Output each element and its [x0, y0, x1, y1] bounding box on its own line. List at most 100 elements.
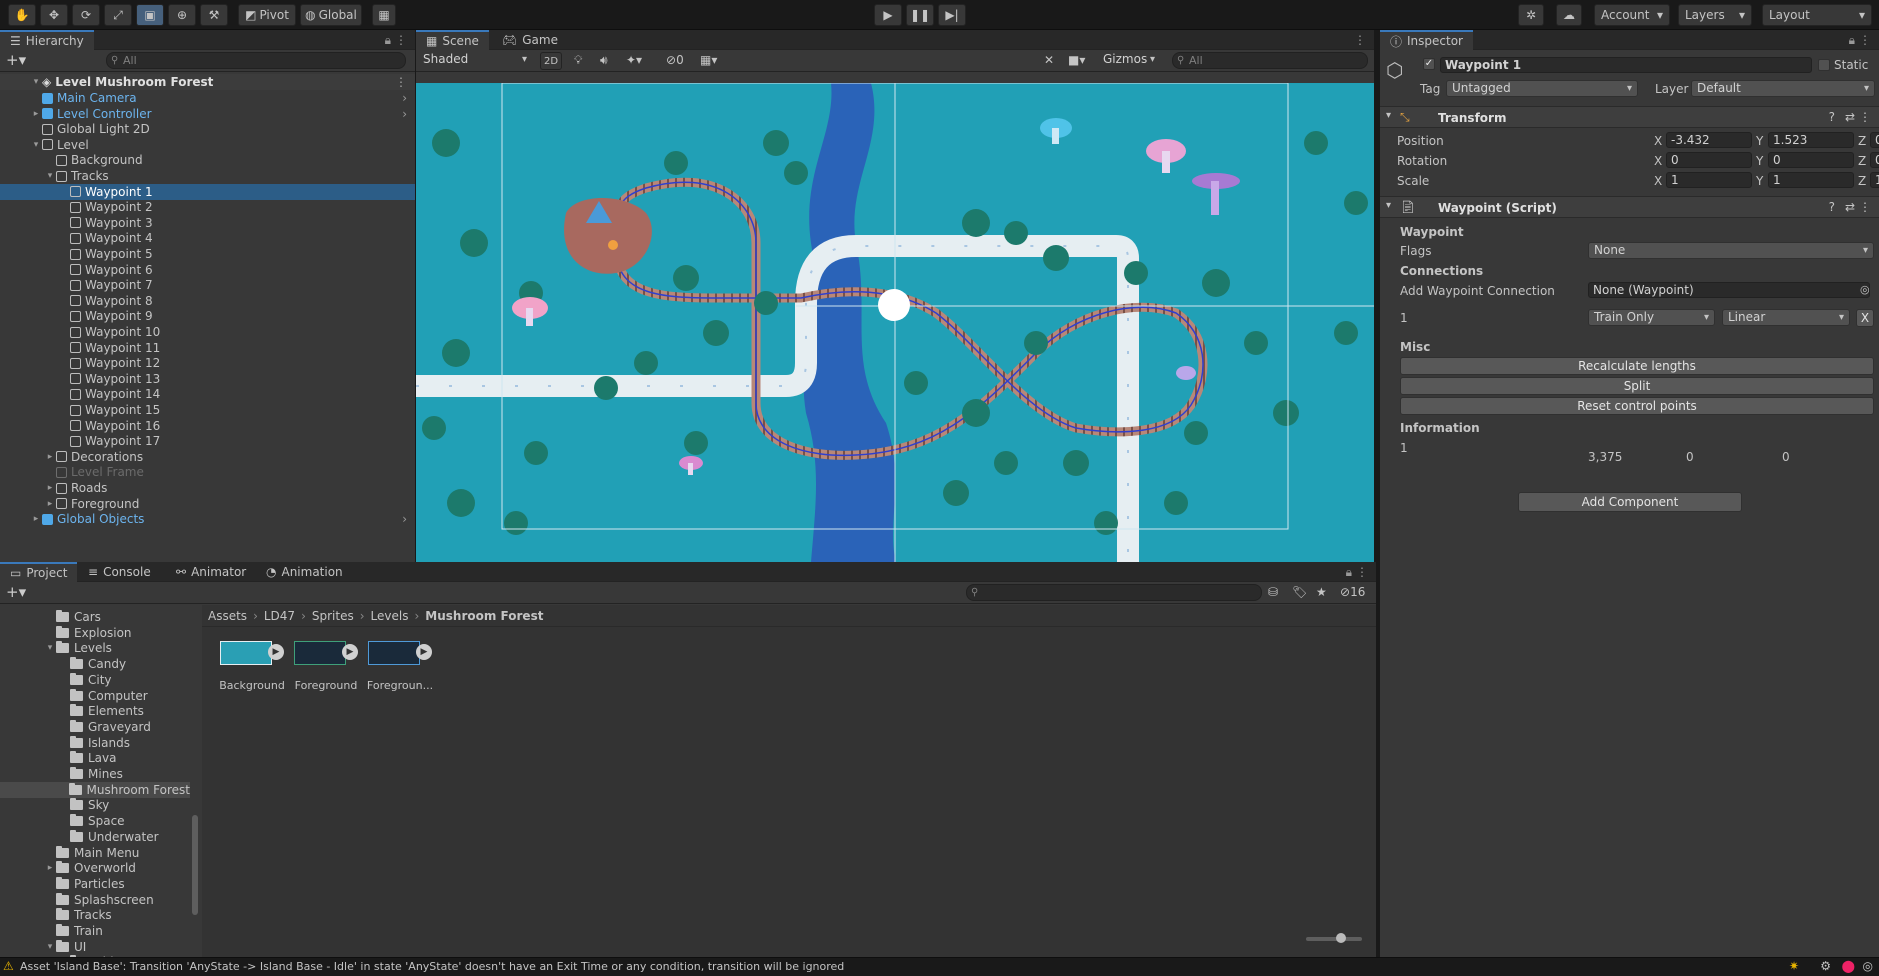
hierarchy-item[interactable]: Waypoint 13 [0, 371, 415, 387]
lock-icon[interactable]: 🔒︎ [1346, 565, 1352, 580]
position-z-field[interactable]: 0 [1870, 132, 1879, 148]
debug-icon[interactable]: ⚙ [1820, 959, 1831, 973]
scene-viewport[interactable] [416, 83, 1374, 562]
chevron-right-icon[interactable]: › [402, 512, 407, 526]
hand-tool-icon[interactable]: ✋ [8, 4, 36, 26]
folder-item[interactable]: Splashscreen [0, 892, 190, 908]
move-tool-icon[interactable]: ✥ [40, 4, 68, 26]
position-x-field[interactable]: -3.432 [1666, 132, 1752, 148]
camera-icon[interactable]: ■▾ [1068, 53, 1085, 67]
hierarchy-item[interactable]: Waypoint 2 [0, 199, 415, 215]
scale-tool-icon[interactable]: ⤢ [104, 4, 132, 26]
progress-icon[interactable]: ✷ [1789, 959, 1799, 973]
hierarchy-item[interactable]: Background [0, 152, 415, 168]
folder-item[interactable]: ▾ UI [0, 939, 190, 955]
hierarchy-item[interactable]: ▾ Level [0, 137, 415, 153]
cloud-icon[interactable]: ☁ [1556, 4, 1582, 26]
folder-item[interactable]: ▸ Overworld [0, 860, 190, 876]
rotation-x-field[interactable]: 0 [1666, 152, 1752, 168]
add-icon[interactable]: +▾ [6, 583, 26, 601]
shading-dropdown[interactable]: Shaded [418, 52, 532, 69]
split-button[interactable]: Split [1400, 377, 1874, 395]
audio-icon[interactable]: 🔊︎ [600, 53, 608, 68]
more-options-icon[interactable]: ⋮ [1859, 200, 1871, 214]
hierarchy-item[interactable]: Waypoint 7 [0, 277, 415, 293]
object-picker-icon[interactable]: ◎ [1860, 283, 1870, 296]
folder-item[interactable]: Explosion [0, 625, 190, 641]
global-toggle[interactable]: ◍ Global [300, 4, 362, 26]
help-icon[interactable]: ? [1829, 110, 1835, 124]
tab-scene[interactable]: ▦ Scene [416, 30, 489, 50]
rotation-y-field[interactable]: 0 [1768, 152, 1854, 168]
hierarchy-item[interactable]: Waypoint 15 [0, 402, 415, 418]
breadcrumb-item[interactable]: LD47 [264, 609, 295, 623]
help-icon[interactable]: ? [1829, 200, 1835, 214]
zoom-slider[interactable] [1306, 933, 1362, 943]
chevron-down-icon[interactable]: ▾ [44, 643, 56, 653]
hidden-packages-icon[interactable]: ⊘16 [1340, 585, 1365, 599]
effects-icon[interactable]: ✦▾ [626, 53, 642, 67]
expand-sprite-icon[interactable]: ▶ [416, 644, 432, 660]
expand-sprite-icon[interactable]: ▶ [268, 644, 284, 660]
layers-dropdown[interactable]: Layers ▾ [1678, 4, 1752, 26]
rect-tool-icon[interactable]: ▣ [136, 4, 164, 26]
tab-animator[interactable]: ⚯ Animator [166, 562, 256, 582]
tab-animation[interactable]: ◔ Animation [256, 562, 353, 582]
more-options-icon[interactable]: ⋮ [1859, 33, 1871, 47]
lock-icon[interactable]: 🔒︎ [385, 33, 391, 48]
rotation-z-field[interactable]: 0 [1870, 152, 1879, 168]
chevron-right-icon[interactable]: ▸ [30, 109, 42, 119]
position-y-field[interactable]: 1.523 [1768, 132, 1854, 148]
object-name-field[interactable]: Waypoint 1 [1440, 57, 1812, 73]
hierarchy-item[interactable]: Waypoint 9 [0, 308, 415, 324]
chevron-right-icon[interactable]: ▸ [44, 483, 56, 493]
step-button[interactable]: ▶| [938, 4, 966, 26]
chevron-right-icon[interactable]: › [402, 107, 407, 121]
more-options-icon[interactable]: ⋮ [395, 33, 407, 47]
chevron-right-icon[interactable]: › [402, 91, 407, 105]
more-options-icon[interactable]: ⋮ [395, 75, 407, 89]
folder-item[interactable]: Tracks [0, 907, 190, 923]
breadcrumb-item[interactable]: Levels [371, 609, 409, 623]
filter-label-icon[interactable]: 🏷︎ [1292, 585, 1307, 599]
visibility-icon[interactable]: ⊘0 [666, 53, 684, 67]
folder-item[interactable]: Computer [0, 688, 190, 704]
lock-icon[interactable]: 🔒︎ [1849, 33, 1855, 48]
chevron-down-icon[interactable]: ▾ [30, 140, 42, 150]
filter-type-icon[interactable]: ⛁ [1268, 585, 1278, 599]
scene-search-input[interactable]: ⚲ All [1172, 52, 1368, 69]
layout-dropdown[interactable]: Layout ▾ [1762, 4, 1872, 26]
account-dropdown[interactable]: Account ▾ [1594, 4, 1670, 26]
custom-tool-icon[interactable]: ⚒ [200, 4, 228, 26]
folder-item[interactable]: Underwater [0, 829, 190, 845]
tab-project[interactable]: ▭ Project [0, 562, 78, 582]
folder-item[interactable]: Cars [0, 609, 190, 625]
hierarchy-item[interactable]: Waypoint 4 [0, 230, 415, 246]
scene-root-row[interactable]: ▾ ◈ Level Mushroom Forest ⋮ [0, 74, 415, 90]
tab-inspector[interactable]: ⓘ Inspector [1380, 30, 1473, 50]
breadcrumb-item[interactable]: Mushroom Forest [425, 609, 543, 623]
tab-hierarchy[interactable]: ☰ Hierarchy [0, 30, 94, 50]
project-search-input[interactable]: ⚲ [966, 584, 1262, 601]
chevron-right-icon[interactable]: ▸ [44, 499, 56, 509]
chevron-right-icon[interactable]: ▸ [44, 863, 56, 873]
transform-header[interactable]: ▾ ⤡ Transform ? ⇄ ⋮ [1380, 106, 1879, 128]
asset-item[interactable]: ▶ Background [216, 635, 288, 695]
reset-control-points-button[interactable]: Reset control points [1400, 397, 1874, 415]
asset-item[interactable]: ▶ Foregroun... [364, 635, 436, 695]
transform-tool-icon[interactable]: ⊕ [168, 4, 196, 26]
folder-item[interactable]: Main Menu [0, 845, 190, 861]
more-options-icon[interactable]: ⋮ [1354, 33, 1366, 47]
rotate-tool-icon[interactable]: ⟳ [72, 4, 100, 26]
cache-icon[interactable]: ◎ [1863, 959, 1873, 973]
scale-z-field[interactable]: 1 [1870, 172, 1879, 188]
hierarchy-item[interactable]: Global Light 2D [0, 121, 415, 137]
layer-dropdown[interactable]: Default [1691, 80, 1875, 97]
chevron-right-icon[interactable]: ▸ [30, 514, 42, 524]
hierarchy-item[interactable]: Waypoint 16 [0, 418, 415, 434]
add-component-button[interactable]: Add Component [1518, 492, 1742, 512]
more-options-icon[interactable]: ⋮ [1859, 110, 1871, 124]
expand-sprite-icon[interactable]: ▶ [342, 644, 358, 660]
hierarchy-item[interactable]: ▸ Global Objects › [0, 511, 415, 527]
pause-button[interactable]: ❚❚ [906, 4, 934, 26]
